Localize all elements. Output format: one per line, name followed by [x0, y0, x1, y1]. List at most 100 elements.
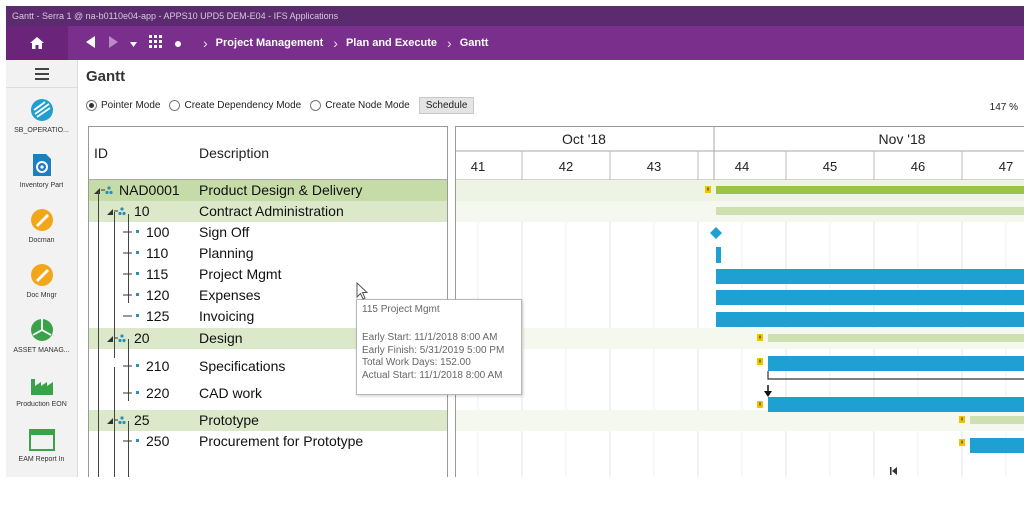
task-row[interactable]: 110 Planning	[89, 243, 447, 264]
warning-icon-mark	[759, 359, 761, 363]
tree-connector-line	[114, 367, 115, 477]
sidebar-item-label: Inventory Part	[19, 181, 64, 189]
inventory-gear-icon	[32, 153, 51, 176]
breadcrumb-project-management[interactable]: Project Management	[216, 37, 324, 49]
row-id: 125	[146, 308, 170, 324]
row-description: CAD work	[199, 385, 263, 401]
sidebar-item-label: Docman	[28, 236, 55, 244]
collapse-node-icon[interactable]	[107, 411, 129, 432]
dot-icon[interactable]	[175, 36, 181, 50]
week-label: 41	[471, 159, 485, 174]
task-row[interactable]: 250 Procurement for Prototype	[89, 431, 447, 452]
radio-empty-icon	[310, 100, 322, 111]
menu-button[interactable]	[6, 60, 77, 88]
tree-leaf-icon	[123, 286, 143, 307]
row-description: Sign Off	[199, 224, 250, 240]
task-bar-cad-work[interactable]	[768, 397, 1024, 412]
row-id: 210	[146, 358, 170, 374]
task-bar-specifications[interactable]	[768, 356, 1024, 371]
task-bar-planning[interactable]	[716, 247, 721, 263]
tree-connector-line	[98, 192, 99, 477]
task-row[interactable]: 100 Sign Off	[89, 222, 447, 243]
summary-bar-design[interactable]	[768, 334, 1024, 342]
summary-row[interactable]: 25 Prototype	[89, 410, 447, 431]
column-header-id[interactable]: ID	[94, 145, 108, 161]
create-node-mode-radio[interactable]: Create Node Mode	[310, 100, 410, 111]
back-arrow-icon[interactable]	[86, 35, 96, 51]
summary-row[interactable]: NAD0001 Product Design & Delivery	[89, 180, 447, 201]
pointer-mode-radio[interactable]: Pointer Mode	[86, 100, 160, 111]
schedule-button[interactable]: Schedule	[418, 97, 475, 114]
dependency-line	[767, 371, 1024, 380]
sidebar-item-production-eon[interactable]: Production EON	[6, 363, 77, 418]
sidebar-item-label: Doc Mngr	[26, 291, 57, 299]
radio-empty-icon	[169, 100, 181, 111]
zoom-level[interactable]: 147 %	[990, 102, 1018, 113]
sidebar-item-doc-mngr[interactable]: Doc Mngr	[6, 253, 77, 308]
row-description: Contract Administration	[199, 203, 344, 219]
sidebar-item-inventory-part[interactable]: Inventory Part	[6, 143, 77, 198]
forward-arrow-icon[interactable]	[108, 35, 118, 51]
home-button[interactable]	[6, 26, 68, 60]
timeline-marker-icon	[890, 467, 892, 475]
sidebar: SB_OPERATIO... Inventory Part Docman Doc…	[6, 60, 78, 477]
tree-leaf-icon	[123, 384, 143, 405]
week-label: 44	[735, 159, 749, 174]
operations-icon	[30, 98, 53, 121]
create-dependency-mode-radio[interactable]: Create Dependency Mode	[169, 100, 301, 111]
week-label: 47	[999, 159, 1013, 174]
row-description: Expenses	[199, 287, 261, 303]
breadcrumb-gantt[interactable]: Gantt	[460, 37, 489, 49]
task-bar-expenses[interactable]	[716, 290, 1024, 305]
factory-icon	[30, 378, 53, 395]
week-label: 42	[559, 159, 573, 174]
warning-icon-mark	[961, 417, 963, 421]
milestone-sign-off[interactable]	[710, 227, 722, 239]
sidebar-item-eam-report[interactable]: EAM Report In	[6, 418, 77, 473]
tooltip-early-finish: Early Finish: 5/31/2019 5:00 PM	[362, 344, 505, 356]
row-description: Prototype	[199, 412, 259, 428]
docman-icon	[30, 208, 53, 231]
row-description: Design	[199, 330, 243, 346]
tree-leaf-icon	[123, 265, 143, 286]
tree-connector-line	[128, 339, 129, 401]
task-bar-invoicing[interactable]	[716, 312, 1024, 327]
warning-icon-mark	[961, 440, 963, 444]
warning-icon-mark	[759, 335, 761, 339]
tree-leaf-icon	[123, 352, 143, 382]
tree-connector-line	[128, 421, 129, 477]
sidebar-item-label: SB_OPERATIO...	[14, 126, 69, 134]
summary-bar-contract-admin[interactable]	[716, 207, 1024, 215]
row-description: Planning	[199, 245, 254, 261]
sidebar-item-label: Production EON	[16, 400, 67, 408]
row-id: 120	[146, 287, 170, 303]
task-bar-procurement[interactable]	[970, 438, 1024, 453]
radio-label: Create Dependency Mode	[184, 100, 302, 111]
sidebar-item-docman[interactable]: Docman	[6, 198, 77, 253]
sidebar-item-operations[interactable]: SB_OPERATIO...	[6, 88, 77, 143]
main-content: Gantt Pointer Mode Create Dependency Mod…	[78, 60, 1024, 477]
radio-selected-icon	[86, 100, 97, 111]
tree-leaf-icon	[123, 307, 143, 328]
row-id: 110	[146, 245, 169, 261]
breadcrumb: › Project Management › Plan and Execute …	[193, 35, 488, 51]
app-grid-icon[interactable]	[149, 34, 163, 52]
breadcrumb-separator-icon: ›	[333, 35, 338, 51]
collapse-node-icon[interactable]	[107, 202, 129, 223]
radio-label: Create Node Mode	[325, 100, 410, 111]
summary-bar-nad0001[interactable]	[716, 186, 1024, 194]
mode-toolbar: Pointer Mode Create Dependency Mode Crea…	[86, 97, 475, 114]
column-header-description[interactable]: Description	[199, 145, 269, 161]
summary-row[interactable]: 10 Contract Administration	[89, 201, 447, 222]
breadcrumb-plan-and-execute[interactable]: Plan and Execute	[346, 37, 437, 49]
dropdown-caret-icon[interactable]	[130, 36, 137, 50]
row-id: NAD0001	[119, 182, 180, 198]
task-bar-project-mgmt[interactable]	[716, 269, 1024, 284]
sidebar-item-asset-management[interactable]: ASSET MANAG...	[6, 308, 77, 363]
tooltip-early-start: Early Start: 11/1/2018 8:00 AM	[362, 332, 498, 343]
summary-bar-prototype[interactable]	[970, 416, 1024, 424]
row-id: 100	[146, 224, 170, 240]
task-row[interactable]: 115 Project Mgmt	[89, 264, 447, 285]
collapse-node-icon[interactable]	[107, 329, 129, 350]
tooltip-title: 115 Project Mgmt	[362, 304, 440, 315]
